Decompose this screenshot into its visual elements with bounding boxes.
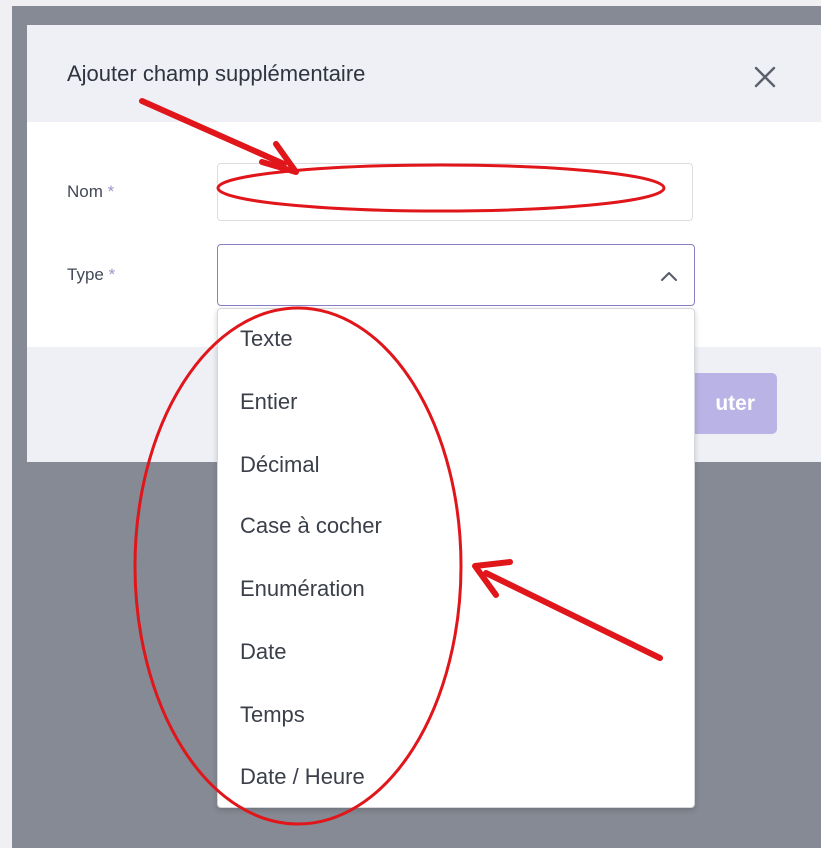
nom-label-text: Nom xyxy=(67,182,103,201)
dropdown-option[interactable]: Date xyxy=(240,639,286,665)
type-label-text: Type xyxy=(67,265,104,284)
chevron-up-icon xyxy=(661,272,677,281)
dropdown-option[interactable]: Enumération xyxy=(240,576,365,602)
dropdown-option[interactable]: Décimal xyxy=(240,452,319,478)
window-edge-left xyxy=(0,0,12,848)
nom-input[interactable] xyxy=(217,163,693,221)
dropdown-option[interactable]: Temps xyxy=(240,702,305,728)
nom-label: Nom * xyxy=(67,182,114,202)
required-asterisk: * xyxy=(107,182,115,201)
close-button[interactable] xyxy=(749,61,781,93)
type-dropdown-menu: Texte Entier Décimal Case à cocher Enumé… xyxy=(217,308,695,808)
dropdown-option[interactable]: Case à cocher xyxy=(240,513,382,539)
dropdown-option[interactable]: Entier xyxy=(240,389,297,415)
type-label: Type * xyxy=(67,265,115,285)
close-icon xyxy=(754,66,776,88)
screenshot-frame: Ajouter champ supplémentaire Nom * Type … xyxy=(0,0,821,848)
dialog-header: Ajouter champ supplémentaire xyxy=(27,25,821,122)
dropdown-option[interactable]: Date / Heure xyxy=(240,764,365,790)
required-asterisk: * xyxy=(108,265,116,284)
dropdown-option[interactable]: Texte xyxy=(240,326,293,352)
dialog-title: Ajouter champ supplémentaire xyxy=(67,61,366,86)
type-select[interactable] xyxy=(217,244,695,306)
